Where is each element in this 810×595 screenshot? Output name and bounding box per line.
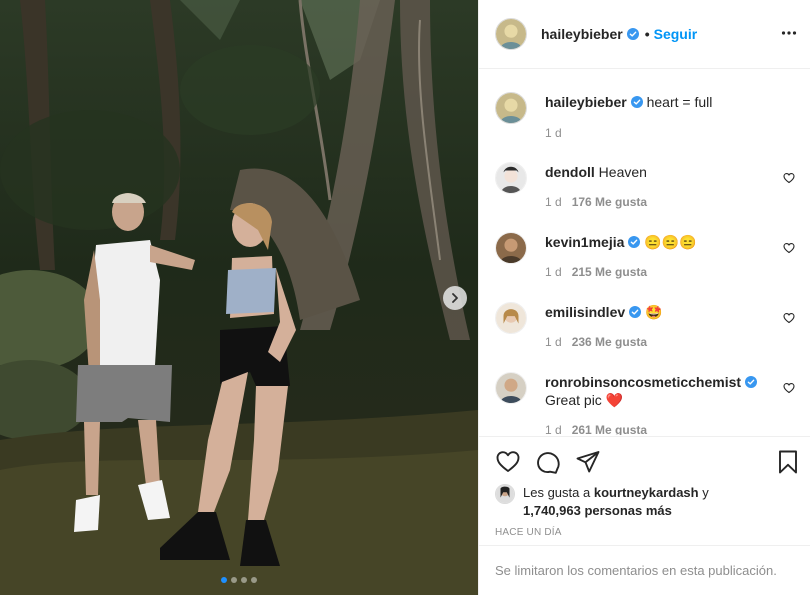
separator: • <box>644 26 650 42</box>
post-side-panel: haileybieber • Seguir haileybieber heart… <box>478 0 810 595</box>
post-actions: Les gusta a kourtneykardash y 1,740,963 … <box>479 436 810 544</box>
avatar[interactable] <box>495 92 527 124</box>
more-icon[interactable] <box>781 25 797 41</box>
carousel-dot <box>231 577 237 583</box>
comment-text: 🤩 <box>645 304 663 320</box>
share-icon[interactable] <box>575 449 601 475</box>
comment-time: 1 d <box>545 195 562 209</box>
verified-icon <box>628 236 641 248</box>
comment-username[interactable]: ronrobinsoncosmeticchemist <box>545 374 741 390</box>
heart-icon[interactable] <box>495 449 521 475</box>
avatar[interactable] <box>495 372 527 404</box>
heart-icon[interactable] <box>783 172 795 184</box>
comment-likes[interactable]: 236 Me gusta <box>572 335 647 349</box>
verified-icon <box>630 96 643 108</box>
post-caption: haileybieber heart = full 1 d <box>495 92 795 162</box>
next-slide-button[interactable] <box>443 286 467 310</box>
bookmark-icon[interactable] <box>775 449 801 475</box>
comment-item: emilisindlev 🤩 1 d 236 Me gusta <box>495 302 795 362</box>
avatar[interactable] <box>495 232 527 264</box>
comment-text: 😑😑😑 <box>644 234 697 250</box>
follow-button[interactable]: Seguir <box>654 26 698 42</box>
comment-item: kevin1mejia 😑😑😑 1 d 215 Me gusta <box>495 232 795 292</box>
heart-icon[interactable] <box>783 312 795 324</box>
avatar[interactable] <box>495 162 527 194</box>
comment-username[interactable]: dendoll <box>545 164 595 180</box>
caption-time: 1 d <box>545 126 562 140</box>
comment-likes[interactable]: 176 Me gusta <box>572 195 647 209</box>
chevron-right-icon <box>452 293 458 303</box>
likes-conj: y <box>702 485 709 500</box>
avatar[interactable] <box>495 302 527 334</box>
verified-icon <box>745 376 758 388</box>
carousel-indicator <box>0 577 478 583</box>
carousel-dot <box>251 577 257 583</box>
post-timestamp: HACE UN DÍA <box>495 527 562 538</box>
verified-icon <box>629 306 642 318</box>
avatar[interactable] <box>495 18 527 50</box>
likes-count[interactable]: 1,740,963 personas más <box>523 503 672 518</box>
comment-time: 1 d <box>545 335 562 349</box>
avatar[interactable] <box>495 484 515 504</box>
caption-username[interactable]: haileybieber <box>545 94 627 110</box>
carousel-dot <box>221 577 227 583</box>
comment-item: ronrobinsoncosmeticchemist Great pic ❤️ … <box>495 372 795 435</box>
verified-icon <box>626 28 639 40</box>
comment-item: dendoll Heaven 1 d 176 Me gusta <box>495 162 795 222</box>
heart-icon[interactable] <box>783 382 795 394</box>
heart-icon[interactable] <box>783 242 795 254</box>
likes-user[interactable]: kourtneykardash <box>594 485 699 500</box>
comment-username[interactable]: emilisindlev <box>545 304 625 320</box>
post-dialog: haileybieber • Seguir haileybieber heart… <box>0 0 810 595</box>
post-photo[interactable] <box>0 0 478 595</box>
comment-time: 1 d <box>545 423 562 435</box>
comment-icon[interactable] <box>535 449 561 475</box>
comment-likes[interactable]: 261 Me gusta <box>572 423 647 435</box>
caption-text: heart = full <box>646 94 713 110</box>
comment-text: Great pic ❤️ <box>545 392 624 408</box>
post-header: haileybieber • Seguir <box>479 0 810 69</box>
jungle-photo-illustration <box>0 0 478 595</box>
comments-limited-notice: Se limitaron los comentarios en esta pub… <box>479 545 810 595</box>
carousel-dot <box>241 577 247 583</box>
likes-prefix: Les gusta a <box>523 485 591 500</box>
likes-summary: Les gusta a kourtneykardash y 1,740,963 … <box>495 484 709 520</box>
post-author-username[interactable]: haileybieber <box>541 26 623 42</box>
comment-time: 1 d <box>545 265 562 279</box>
comments-list[interactable]: haileybieber heart = full 1 d dendoll He… <box>479 70 810 435</box>
comment-text: Heaven <box>598 164 647 180</box>
comment-likes[interactable]: 215 Me gusta <box>572 265 647 279</box>
comment-username[interactable]: kevin1mejia <box>545 234 624 250</box>
